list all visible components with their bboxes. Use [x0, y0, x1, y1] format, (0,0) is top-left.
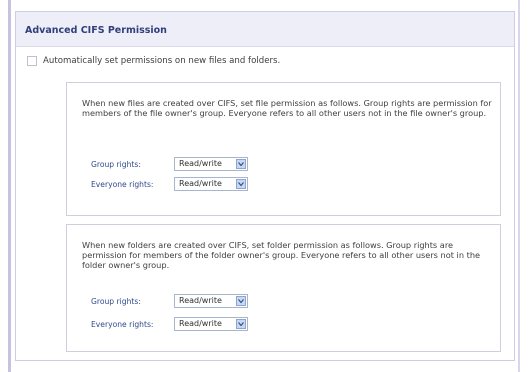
chevron-down-icon[interactable] — [236, 159, 246, 169]
file-group-rights-select[interactable]: Read/write — [174, 157, 248, 171]
right-rule — [518, 0, 520, 372]
panel-header: Advanced CIFS Permission — [16, 12, 514, 47]
folder-everyone-rights-label: Everyone rights: — [91, 320, 154, 329]
file-everyone-rights-select[interactable]: Read/write — [174, 177, 248, 191]
file-group-rights-value: Read/write — [179, 159, 222, 168]
file-permissions-box: When new files are created over CIFS, se… — [66, 82, 501, 216]
file-everyone-rights-value: Read/write — [179, 179, 222, 188]
file-everyone-rights-label: Everyone rights: — [91, 180, 154, 189]
folder-group-rights-value: Read/write — [179, 296, 222, 305]
auto-permissions-label[interactable]: Automatically set permissions on new fil… — [43, 56, 280, 66]
chevron-down-icon[interactable] — [236, 179, 246, 189]
folder-everyone-rights-value: Read/write — [179, 319, 222, 328]
chevron-down-icon[interactable] — [236, 296, 246, 306]
folder-permissions-box: When new folders are created over CIFS, … — [66, 224, 501, 352]
auto-permissions-checkbox[interactable] — [27, 56, 37, 66]
file-permissions-description: When new files are created over CIFS, se… — [82, 98, 492, 118]
panel-title: Advanced CIFS Permission — [25, 25, 167, 36]
chevron-down-icon[interactable] — [236, 319, 246, 329]
file-group-rights-label: Group rights: — [91, 160, 141, 169]
folder-group-rights-label: Group rights: — [91, 297, 141, 306]
folder-group-rights-select[interactable]: Read/write — [174, 294, 248, 308]
left-rule — [8, 0, 11, 372]
folder-permissions-description: When new folders are created over CIFS, … — [82, 240, 481, 270]
folder-everyone-rights-select[interactable]: Read/write — [174, 317, 248, 331]
